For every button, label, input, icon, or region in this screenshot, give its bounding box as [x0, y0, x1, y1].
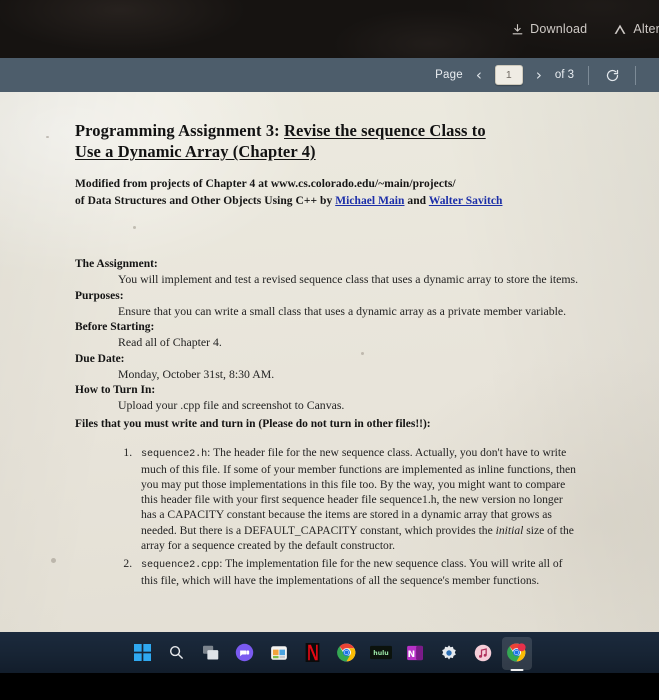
music-icon[interactable]: [472, 642, 494, 664]
task-view-icon[interactable]: [200, 642, 222, 664]
document-subtitle: Modified from projects of Chapter 4 at w…: [75, 176, 580, 209]
document-page: Programming Assignment 3: Revise the seq…: [0, 92, 659, 632]
screen-bottom-bezel: [0, 673, 659, 700]
search-icon[interactable]: [166, 642, 188, 664]
section-heading: The Assignment:: [75, 258, 158, 270]
download-icon: [511, 23, 524, 36]
section-purposes: Purposes: Ensure that you can write a sm…: [75, 288, 580, 320]
subtitle-mid: and: [404, 194, 429, 207]
document-content: Programming Assignment 3: Revise the seq…: [75, 120, 580, 591]
section-how-to-turn-in: How to Turn In: Upload your .cpp file an…: [75, 382, 580, 414]
alternative-label: Alternati: [633, 22, 659, 36]
subtitle-line-2-pre: of Data Structures and Other Objects Usi…: [75, 194, 336, 207]
section-body: Upload your .cpp file and screenshot to …: [118, 398, 345, 412]
app-topbar: Download Alternati: [0, 0, 659, 58]
scan-speck: [46, 136, 49, 138]
files-heading: Files that you must write and turn in (P…: [75, 417, 431, 430]
section-before-starting: Before Starting: Read all of Chapter 4.: [75, 319, 580, 351]
subtitle-line-1: Modified from projects of Chapter 4 at w…: [75, 178, 456, 190]
chrome-active-icon[interactable]: [501, 636, 532, 671]
active-app-indicator: [510, 668, 523, 671]
section-body: You will implement and test a revised se…: [118, 272, 579, 286]
page-number-input[interactable]: 1: [494, 65, 523, 85]
download-button[interactable]: Download: [511, 22, 587, 36]
chevron-right-icon[interactable]: ›: [532, 67, 546, 83]
section-the-assignment: The Assignment: You will implement and t…: [75, 256, 580, 288]
page-label: Page: [435, 69, 463, 81]
section-body: Ensure that you can write a small class …: [118, 303, 567, 318]
document-sections: The Assignment: You will implement and t…: [75, 256, 580, 588]
microsoft-store-icon[interactable]: [268, 642, 290, 664]
refresh-icon[interactable]: [603, 66, 621, 84]
section-heading: Purposes:: [75, 289, 124, 302]
svg-text:hulu: hulu: [373, 650, 388, 657]
scan-speck: [51, 558, 56, 563]
filename: sequence2.h: [141, 448, 208, 460]
chevron-left-icon[interactable]: ‹: [472, 67, 486, 83]
files-list: sequence2.h: The header file for the new…: [75, 445, 580, 589]
alternative-a-icon: [613, 23, 627, 36]
settings-gear-icon[interactable]: [438, 642, 460, 664]
section-heading: Due Date:: [75, 352, 125, 365]
alternative-button[interactable]: Alternati: [613, 22, 659, 36]
toolbar-divider-2: [635, 65, 636, 85]
filename: sequence2.cpp: [141, 559, 220, 571]
list-item: sequence2.cpp: The implementation file f…: [135, 556, 580, 588]
section-due-date: Due Date: Monday, October 31st, 8:30 AM.: [75, 351, 580, 383]
windows-taskbar: hulu N: [0, 632, 659, 673]
pdf-viewer-toolbar: Page ‹ 1 › of 3: [0, 58, 659, 92]
list-item: sequence2.h: The header file for the new…: [135, 445, 580, 553]
netflix-icon[interactable]: [302, 642, 324, 664]
title-underlined-1: Revise the sequence Class to: [284, 121, 486, 140]
section-heading: Before Starting:: [75, 321, 155, 333]
hulu-icon[interactable]: hulu: [369, 642, 392, 664]
section-body: Monday, October 31st, 8:30 AM.: [118, 366, 275, 381]
chrome-icon[interactable]: [336, 642, 358, 664]
page-title: Programming Assignment 3: Revise the seq…: [75, 120, 580, 162]
title-plain: Programming Assignment 3:: [75, 121, 284, 140]
section-heading: How to Turn In:: [75, 384, 156, 396]
toolbar-divider-1: [588, 65, 589, 85]
file-italic-word: initial: [495, 523, 524, 537]
link-walter-savitch[interactable]: Walter Savitch: [429, 195, 503, 207]
svg-text:N: N: [407, 649, 415, 659]
title-underlined-2: Use a Dynamic Array (Chapter 4): [75, 142, 316, 161]
page-total-label: of 3: [554, 69, 574, 81]
chat-teams-icon[interactable]: [234, 642, 256, 664]
start-button-icon[interactable]: [132, 642, 154, 664]
onenote-icon[interactable]: N: [404, 642, 426, 664]
link-michael-main[interactable]: Michael Main: [335, 195, 404, 207]
download-label: Download: [530, 22, 588, 36]
screen: Download Alternati Page ‹ 1 › of 3: [0, 0, 659, 700]
section-body: Read all of Chapter 4.: [118, 335, 222, 349]
